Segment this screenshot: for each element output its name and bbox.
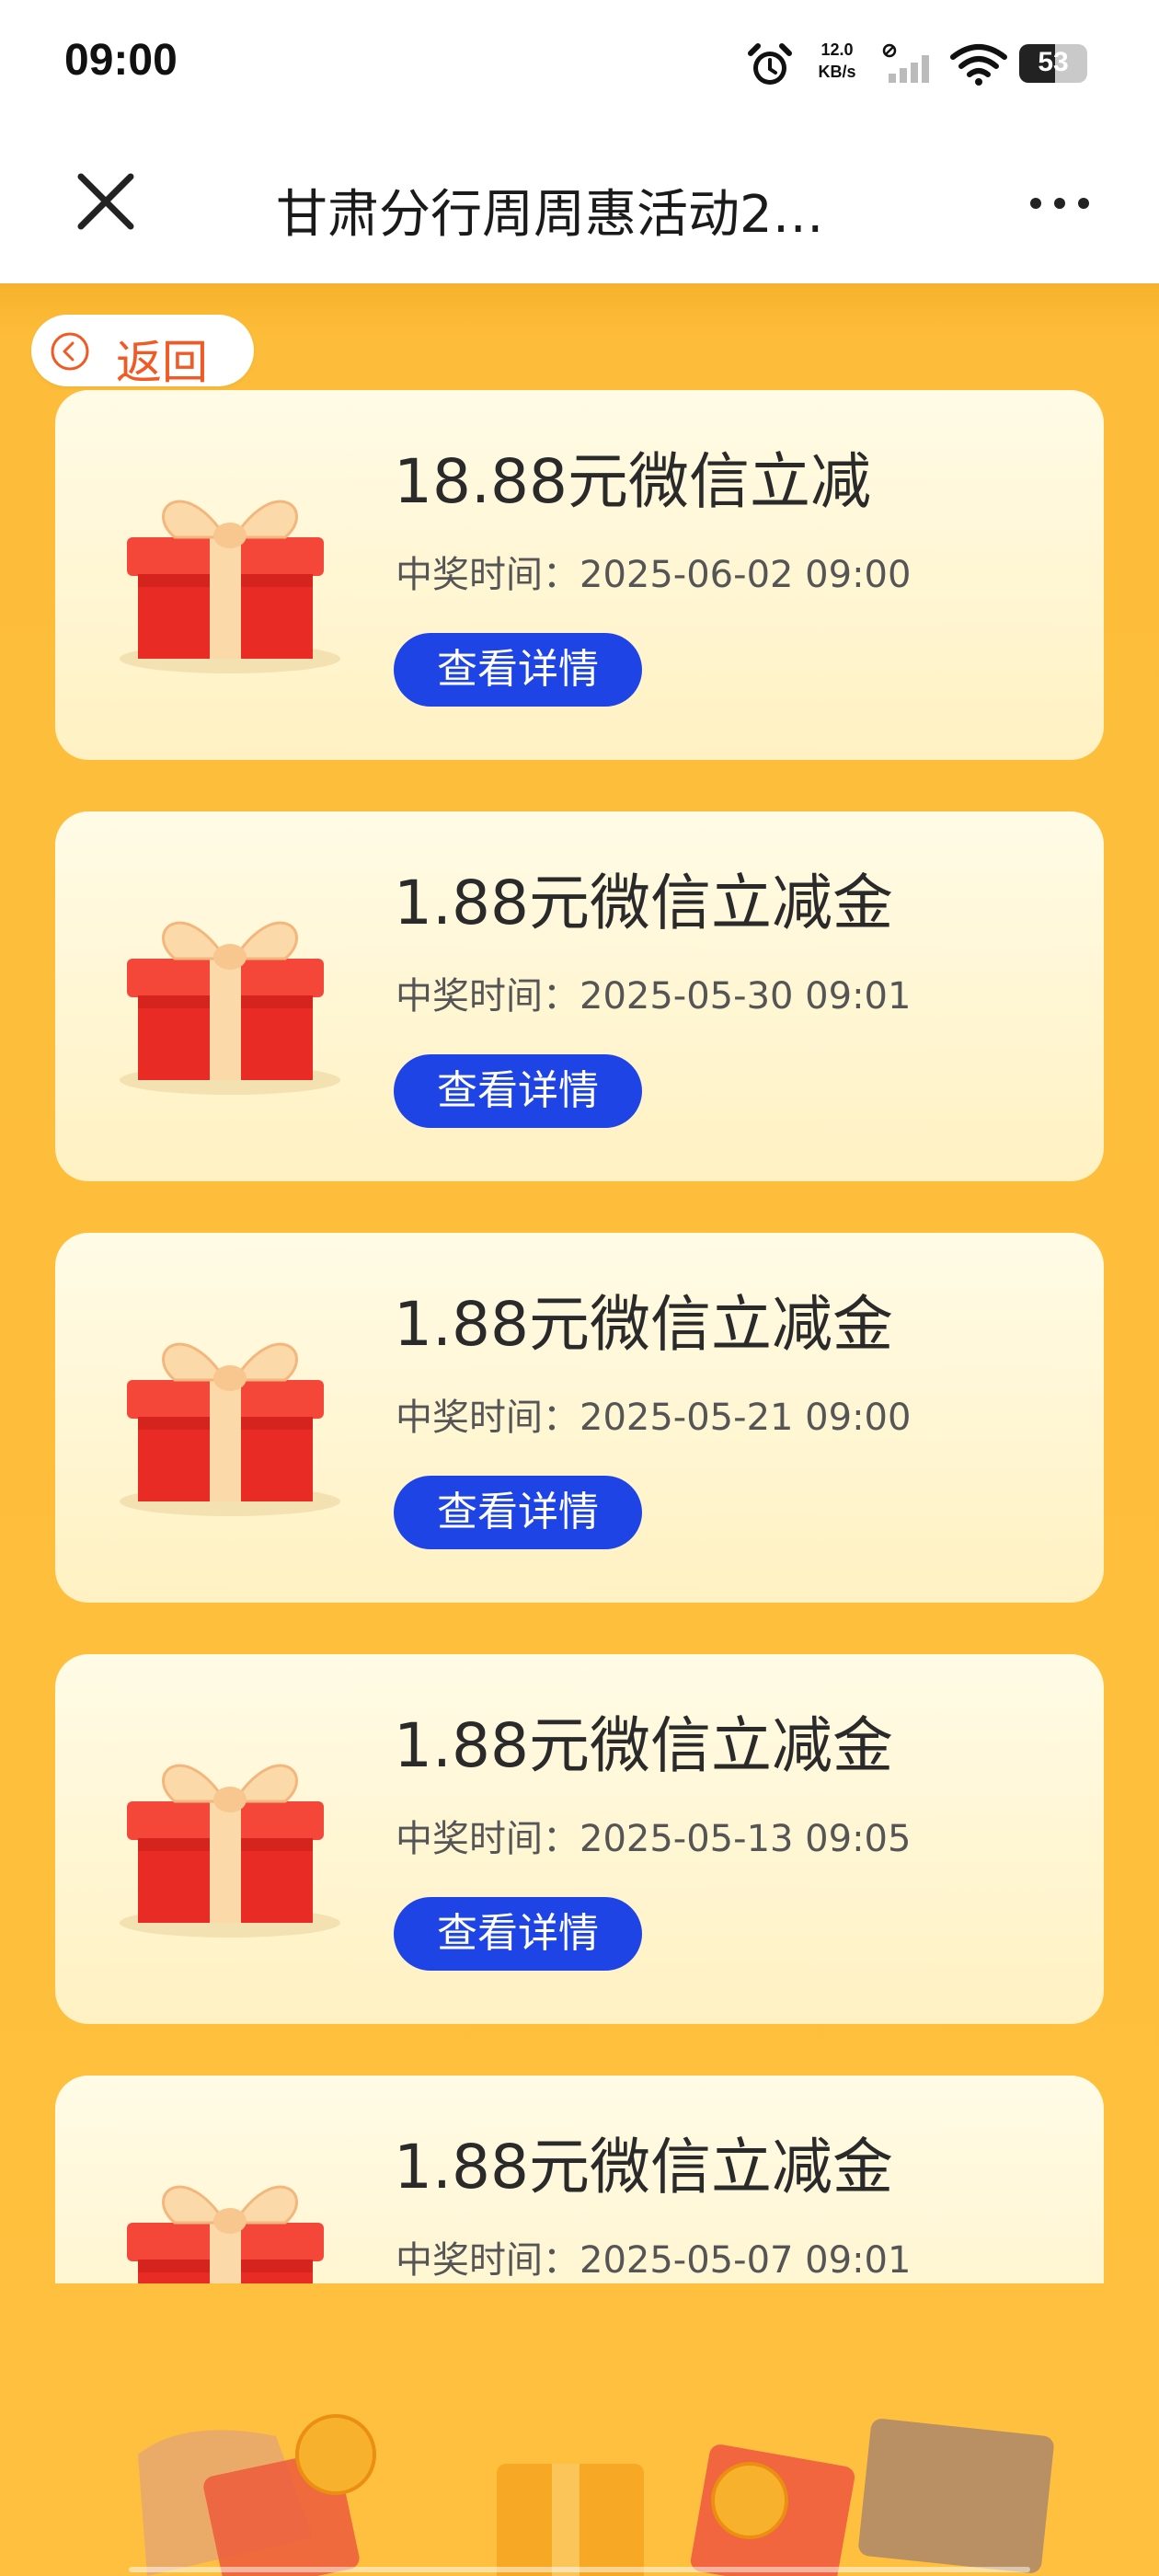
prize-card: 18.88元微信立减 中奖时间：2025-06-02 09:00 查看详情: [55, 390, 1104, 760]
gift-box-icon: [120, 500, 340, 673]
gift-box-icon: [127, 2185, 324, 2283]
prize-time: 中奖时间：2025-05-07 09:01: [396, 2230, 911, 2283]
prize-title: 1.88元微信立减金: [394, 2132, 893, 2202]
prize-time-label: 中奖时间：: [396, 1818, 580, 1860]
gift-box-icon: [120, 921, 340, 1095]
network-speed-value: 12.0: [820, 40, 854, 59]
status-time: 09:00: [64, 36, 178, 85]
prize-time: 中奖时间：2025-06-02 09:00: [396, 545, 911, 598]
page-title: 甘肃分行周周惠活动2…: [276, 185, 824, 245]
view-details-button[interactable]: 查看详情: [394, 1054, 642, 1128]
back-button-label: 返回: [116, 336, 208, 389]
view-details-button[interactable]: 查看详情: [394, 1476, 642, 1549]
prize-time-label: 中奖时间：: [396, 2239, 580, 2282]
prize-time-value: 2025-05-30 09:01: [580, 975, 912, 1018]
nav-bar: 甘肃分行周周惠活动2…: [0, 129, 1159, 283]
status-icons: 12.0 KB/s 53: [745, 37, 1095, 88]
prize-title: 18.88元微信立减: [394, 446, 871, 517]
prize-list: 18.88元微信立减 中奖时间：2025-06-02 09:00 查看详情 1.…: [55, 390, 1104, 2283]
view-details-button[interactable]: 查看详情: [394, 633, 642, 707]
prize-title: 1.88元微信立减金: [394, 1289, 893, 1360]
gift-box-icon: [120, 1764, 340, 1938]
prize-card: 1.88元微信立减金 中奖时间：2025-05-07 09:01 查看详情: [55, 2076, 1104, 2283]
prize-title: 1.88元微信立减金: [394, 868, 893, 938]
status-bar: 09:00 12.0 KB/s 53: [0, 0, 1159, 129]
prize-time-label: 中奖时间：: [396, 1397, 580, 1439]
alarm-icon: [748, 43, 792, 85]
prize-time: 中奖时间：2025-05-30 09:01: [396, 966, 911, 1019]
prize-time-label: 中奖时间：: [396, 554, 580, 596]
prize-card: 1.88元微信立减金 中奖时间：2025-05-21 09:00 查看详情: [55, 1233, 1104, 1603]
battery-percent: 53: [1038, 47, 1069, 77]
prize-time: 中奖时间：2025-05-21 09:00: [396, 1387, 911, 1441]
chevron-left-circle-icon: [51, 332, 89, 371]
prize-time-value: 2025-06-02 09:00: [580, 554, 912, 596]
more-icon[interactable]: [1023, 180, 1096, 226]
prize-time-value: 2025-05-07 09:01: [580, 2239, 912, 2282]
battery-icon: 53: [1019, 44, 1087, 83]
view-details-button[interactable]: 查看详情: [394, 1897, 642, 1971]
back-button[interactable]: 返回: [31, 315, 254, 389]
prize-card: 1.88元微信立减金 中奖时间：2025-05-30 09:01 查看详情: [55, 811, 1104, 1181]
content-area: 返回 18.88元微信立减 中奖时间：2025-06-02 09:00 查看详情…: [0, 283, 1159, 2576]
no-sim-icon: [882, 43, 929, 83]
prize-time-value: 2025-05-13 09:05: [580, 1818, 912, 1860]
close-icon[interactable]: [74, 169, 138, 234]
prize-time: 中奖时间：2025-05-13 09:05: [396, 1809, 911, 1862]
wifi-icon: [950, 44, 1007, 86]
network-speed-unit: KB/s: [818, 63, 856, 81]
footer-decoration: [129, 2414, 1054, 2576]
prize-card: 1.88元微信立减金 中奖时间：2025-05-13 09:05 查看详情: [55, 1654, 1104, 2024]
prize-time-value: 2025-05-21 09:00: [580, 1397, 912, 1439]
network-speed: 12.0 KB/s: [808, 39, 866, 83]
prize-time-label: 中奖时间：: [396, 975, 580, 1018]
prize-title: 1.88元微信立减金: [394, 1710, 893, 1781]
gift-box-icon: [120, 1342, 340, 1516]
